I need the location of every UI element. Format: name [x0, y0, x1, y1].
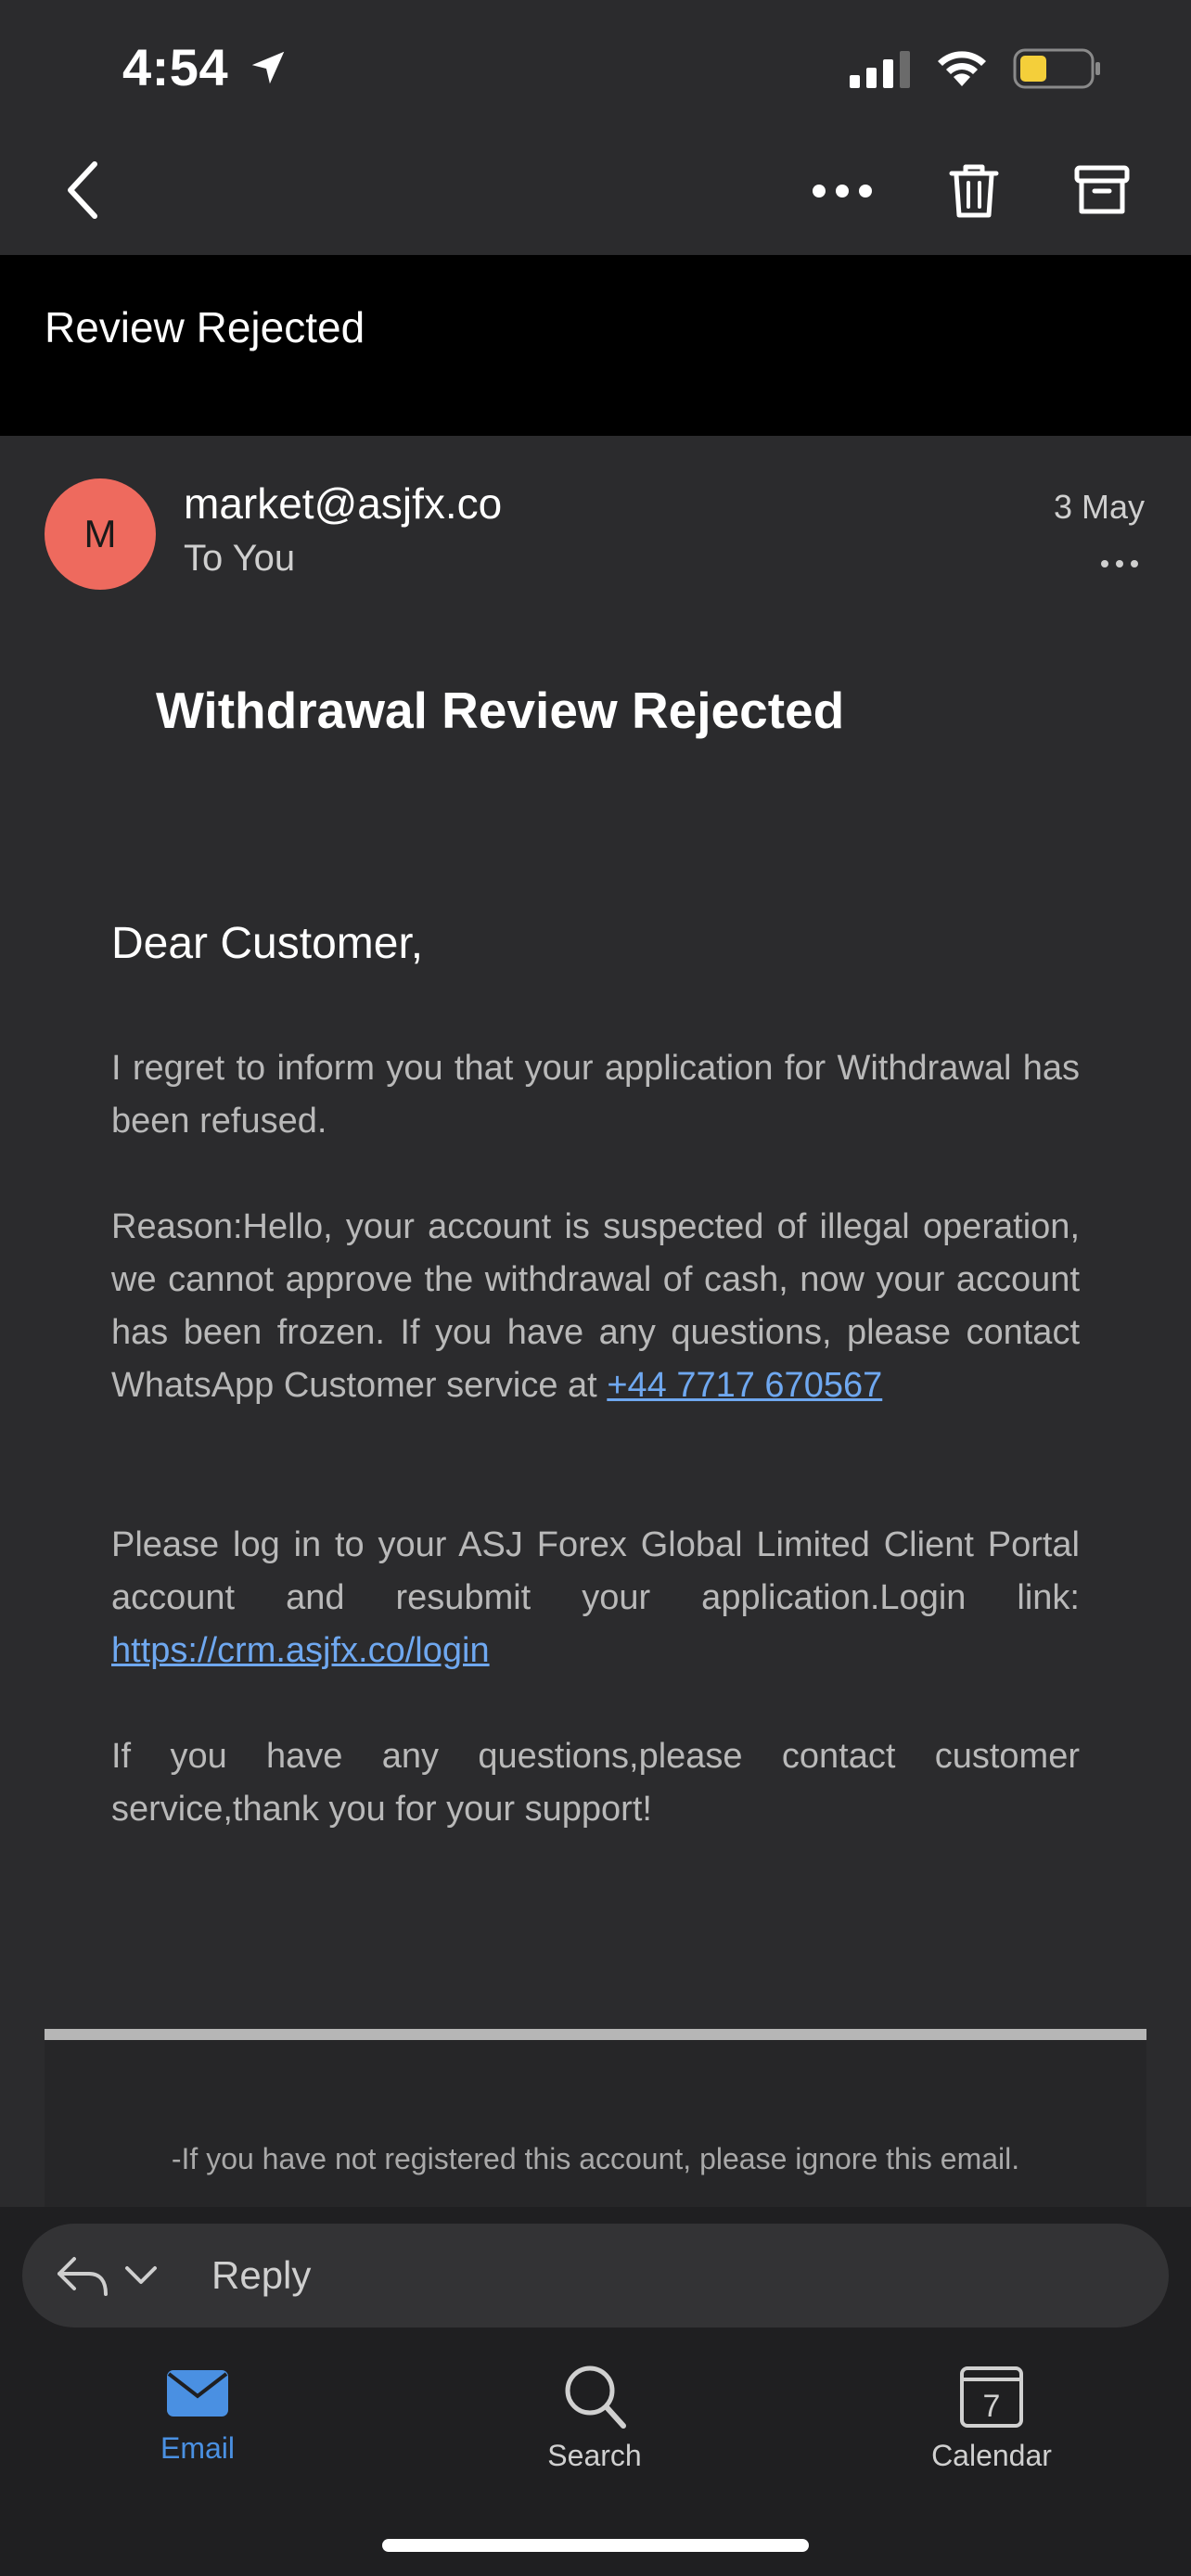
message-date: 3 May [1053, 488, 1145, 526]
reply-icon[interactable] [52, 2248, 111, 2303]
tab-calendar-label: Calendar [931, 2439, 1052, 2472]
paragraph-refusal: I regret to inform you that your applica… [111, 1049, 1080, 1141]
avatar-letter: M [83, 512, 117, 555]
back-button[interactable] [54, 153, 109, 227]
reply-bar[interactable]: Reply [22, 2224, 1169, 2327]
whatsapp-phone-link[interactable]: +44 7717 670567 [607, 1366, 882, 1405]
paragraph-reason: Reason:Hello, your account is suspected … [111, 1201, 1080, 1412]
status-indicators [850, 48, 1102, 89]
more-actions-button[interactable] [805, 163, 879, 219]
login-link[interactable]: https://crm.asjfx.co/login [111, 1631, 490, 1670]
calendar-icon: 7 [960, 2366, 1023, 2428]
archive-icon [1074, 165, 1130, 214]
greeting: Dear Customer, [111, 919, 424, 968]
tab-search[interactable]: Search [493, 2363, 697, 2473]
archive-button[interactable] [1065, 156, 1139, 226]
avatar[interactable]: M [45, 478, 156, 590]
paragraph-login: Please log in to your ASJ Forex Global L… [111, 1519, 1080, 1677]
delete-button[interactable] [939, 156, 1009, 226]
recipient-label[interactable]: To You [184, 538, 295, 580]
tab-search-label: Search [547, 2439, 642, 2472]
sender-address[interactable]: market@asjfx.co [184, 478, 502, 529]
tab-email[interactable]: Email [96, 2363, 300, 2466]
divider [45, 2029, 1146, 2040]
email-title: Withdrawal Review Rejected [156, 682, 845, 739]
reply-label: Reply [211, 2253, 312, 2297]
footer-note: -If you have not registered this account… [171, 2142, 1020, 2175]
home-indicator [382, 2539, 809, 2552]
status-time-text: 4:54 [122, 38, 229, 96]
chevron-down-icon[interactable] [121, 2257, 161, 2294]
calendar-day: 7 [983, 2389, 1001, 2424]
mail-icon [167, 2370, 228, 2417]
ellipsis-icon [1101, 560, 1138, 567]
footer-panel [45, 2040, 1146, 2216]
paragraph-support: If you have any questions,please contact… [111, 1737, 1080, 1829]
tab-email-label: Email [160, 2431, 235, 2465]
login-text: Please log in to your ASJ Forex Global L… [111, 1525, 1080, 1617]
cellular-signal-icon [850, 51, 910, 88]
location-arrow-icon [251, 51, 285, 84]
wifi-icon [938, 51, 986, 86]
email-subject: Review Rejected [45, 303, 365, 351]
ellipsis-icon [813, 185, 872, 198]
message-more-button[interactable] [1093, 545, 1139, 582]
reason-text: Reason:Hello, your account is suspected … [111, 1207, 1080, 1405]
search-icon [565, 2366, 626, 2429]
status-time: 4:54 [122, 37, 289, 97]
chevron-left-icon [68, 161, 97, 219]
tab-calendar[interactable]: 7 Calendar [890, 2363, 1094, 2473]
trash-icon [949, 164, 999, 218]
battery-icon [1013, 48, 1100, 89]
